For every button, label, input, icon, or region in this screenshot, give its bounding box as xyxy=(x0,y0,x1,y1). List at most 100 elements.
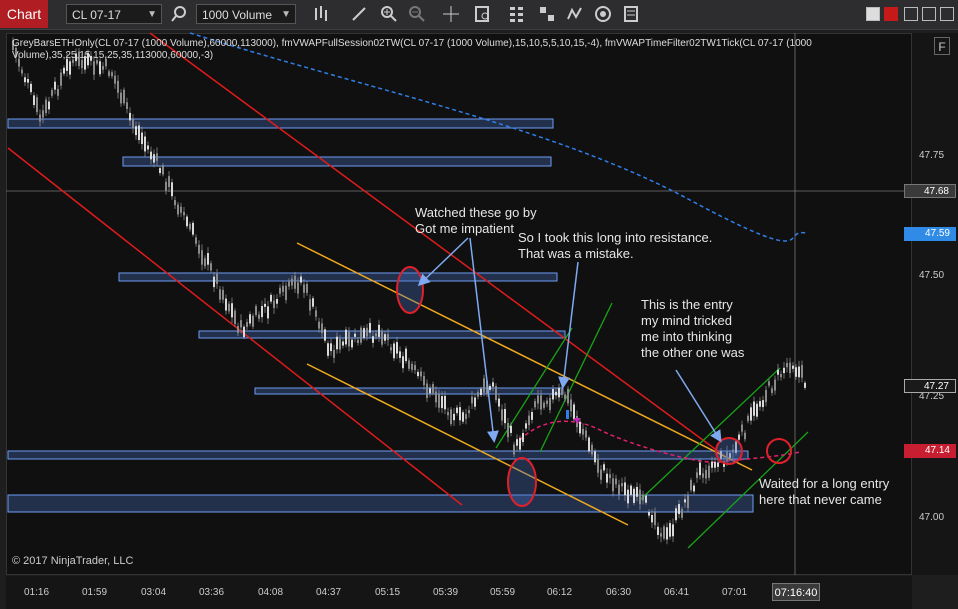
candle-body xyxy=(228,303,230,312)
candle-body xyxy=(801,365,803,378)
candle-body xyxy=(372,336,374,343)
zone[interactable] xyxy=(122,156,552,167)
candle-body xyxy=(354,333,356,337)
candle-body xyxy=(144,136,146,152)
candle-body xyxy=(600,469,602,480)
candle-body xyxy=(357,339,359,343)
candle-body xyxy=(273,300,275,309)
candle-body xyxy=(513,444,515,455)
candle-body xyxy=(336,336,338,350)
candle-body xyxy=(207,253,209,265)
candle-body xyxy=(303,284,305,293)
candle-body xyxy=(561,388,563,395)
candle-body xyxy=(219,289,221,300)
candle-body xyxy=(594,451,596,463)
candle-body xyxy=(549,397,551,411)
zone[interactable] xyxy=(7,118,554,129)
candle-body xyxy=(126,102,128,109)
candle-body xyxy=(768,381,770,386)
candle-body xyxy=(546,400,548,404)
candle-body xyxy=(681,509,683,518)
candle-body xyxy=(750,407,752,421)
f-button[interactable]: F xyxy=(934,37,950,55)
candle-body xyxy=(696,472,698,478)
candle-body xyxy=(165,181,167,192)
candle-body xyxy=(498,398,500,407)
candle-body xyxy=(468,410,470,414)
candle-body xyxy=(483,378,485,393)
zone[interactable] xyxy=(7,494,754,513)
candle-body xyxy=(597,458,599,473)
candle-body xyxy=(525,423,527,429)
candle-body xyxy=(186,216,188,227)
candle-body xyxy=(135,126,137,136)
candle-body xyxy=(531,412,533,420)
candle-body xyxy=(714,461,716,468)
time-label: 03:36 xyxy=(199,587,225,598)
candle-body xyxy=(318,321,320,329)
candle-body xyxy=(348,331,350,347)
candle-body xyxy=(519,437,521,450)
candle-body xyxy=(426,383,428,398)
candle-body xyxy=(432,384,434,393)
annotation-circle[interactable] xyxy=(396,266,424,314)
candle-body xyxy=(585,430,587,438)
candle-body xyxy=(153,154,155,163)
candle-body xyxy=(306,284,308,293)
candle-body xyxy=(156,153,158,161)
candle-body xyxy=(639,489,641,505)
candle-body xyxy=(30,83,32,93)
candle-body xyxy=(54,81,56,90)
time-label: 07:01 xyxy=(722,587,748,598)
candle-body xyxy=(369,322,371,333)
candle-body xyxy=(330,343,332,352)
candle-body xyxy=(642,494,644,501)
candle-body xyxy=(63,67,65,74)
candle-body xyxy=(198,244,200,254)
candle-body xyxy=(579,421,581,434)
candle-body xyxy=(666,527,668,540)
candle-body xyxy=(543,402,545,408)
candle-body xyxy=(333,349,335,358)
candle-body xyxy=(192,222,194,235)
candle-body xyxy=(567,388,569,404)
candle-body xyxy=(675,508,677,521)
candle-body xyxy=(450,409,452,425)
candle-body xyxy=(633,488,635,503)
zone[interactable] xyxy=(118,272,558,282)
candle-body xyxy=(657,526,659,535)
candle-body xyxy=(741,424,743,432)
candle-body xyxy=(798,366,800,378)
candle-body xyxy=(249,314,251,324)
candle-body xyxy=(711,461,713,468)
candle-body xyxy=(231,303,233,318)
candle-body xyxy=(120,92,122,104)
candle-body xyxy=(606,473,608,483)
candle-body xyxy=(390,347,392,351)
time-label: 05:39 xyxy=(433,587,459,598)
candle-body xyxy=(93,61,95,75)
candle-body xyxy=(276,298,278,304)
annotation-circle[interactable] xyxy=(507,457,537,507)
red-channel xyxy=(7,32,731,506)
candle-body xyxy=(651,515,653,523)
annotation-circle[interactable] xyxy=(715,437,743,465)
candle-body xyxy=(42,110,44,118)
candle-body xyxy=(456,407,458,414)
candle-body xyxy=(51,90,53,96)
candle-body xyxy=(429,388,431,394)
candle-body xyxy=(480,388,482,396)
candle-body xyxy=(102,66,104,70)
chart-drawing-layer xyxy=(6,32,912,575)
candle-body xyxy=(489,385,491,390)
arrow xyxy=(558,261,579,389)
zone[interactable] xyxy=(7,450,749,460)
candle-body xyxy=(381,330,383,345)
candle-body xyxy=(417,371,419,377)
candle-body xyxy=(117,80,119,93)
time-label: 05:15 xyxy=(375,587,401,598)
zone[interactable] xyxy=(254,387,564,395)
candle-body xyxy=(234,310,236,324)
candle-body xyxy=(21,69,23,74)
candle-body xyxy=(264,303,266,307)
